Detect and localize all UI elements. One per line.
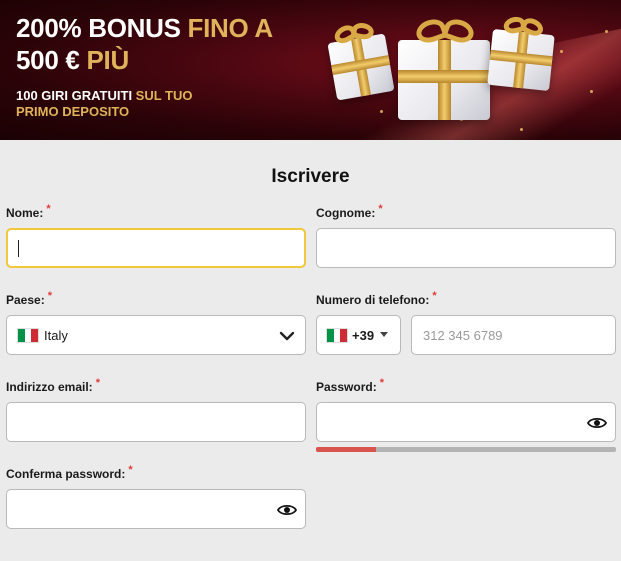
first-name-label: Nome: * bbox=[6, 203, 51, 220]
required-mark: * bbox=[47, 290, 52, 302]
sparkle bbox=[520, 128, 523, 131]
sparkle bbox=[560, 50, 563, 53]
label-text: Nome: bbox=[6, 206, 44, 220]
form-title: Iscrivere bbox=[271, 166, 350, 187]
confirm-password-label: Conferma password: * bbox=[6, 464, 133, 481]
gift-box-icon bbox=[487, 14, 555, 92]
last-name-input[interactable] bbox=[316, 228, 616, 268]
password-strength-bar bbox=[316, 447, 616, 452]
italy-flag-icon bbox=[17, 328, 39, 343]
label-text: Conferma password: bbox=[6, 467, 126, 481]
phone-placeholder: 312 345 6789 bbox=[423, 328, 503, 343]
headline-highlight: PIÙ bbox=[86, 45, 130, 75]
sparkle bbox=[605, 30, 608, 33]
email-input[interactable] bbox=[6, 402, 306, 442]
confirm-password-input[interactable] bbox=[6, 489, 306, 529]
headline-highlight: FINO A bbox=[187, 13, 274, 43]
phone-label: Numero di telefono: * bbox=[316, 290, 437, 307]
headline-text: 500 € bbox=[16, 45, 87, 75]
country-value: Italy bbox=[44, 328, 68, 343]
phone-code-select[interactable]: +39 bbox=[316, 315, 401, 355]
chevron-down-icon bbox=[279, 331, 295, 341]
label-text: Cognome: bbox=[316, 206, 376, 220]
required-mark: * bbox=[379, 377, 384, 389]
eye-icon[interactable] bbox=[277, 500, 297, 520]
password-label: Password: * bbox=[316, 377, 384, 394]
text-cursor bbox=[18, 240, 19, 257]
promo-banner: 200% BONUS FINO A 500 € PIÙ 100 GIRI GRA… bbox=[0, 0, 621, 140]
phone-number-input[interactable]: 312 345 6789 bbox=[411, 315, 616, 355]
country-label: Paese: * bbox=[6, 290, 52, 307]
label-text: Password: bbox=[316, 380, 377, 394]
required-mark: * bbox=[46, 203, 51, 215]
italy-flag-icon bbox=[326, 328, 348, 343]
country-select[interactable]: Italy bbox=[6, 315, 306, 355]
first-name-input[interactable] bbox=[6, 228, 306, 268]
password-input[interactable] bbox=[316, 402, 616, 442]
sparkle bbox=[380, 110, 383, 113]
subtitle-text: 100 GIRI GRATUITI bbox=[16, 88, 136, 103]
eye-icon[interactable] bbox=[587, 413, 607, 433]
gift-box-icon bbox=[398, 15, 490, 120]
bonus-subtitle: 100 GIRI GRATUITI SUL TUO PRIMO DEPOSITO bbox=[16, 88, 226, 120]
last-name-label: Cognome: * bbox=[316, 203, 383, 220]
label-text: Indirizzo email: bbox=[6, 380, 93, 394]
required-mark: * bbox=[378, 203, 383, 215]
label-text: Paese: bbox=[6, 293, 45, 307]
gift-box-icon bbox=[327, 21, 395, 101]
required-mark: * bbox=[128, 464, 133, 476]
password-strength-fill bbox=[316, 447, 376, 452]
bonus-headline: 200% BONUS FINO A 500 € PIÙ bbox=[16, 12, 273, 76]
required-mark: * bbox=[95, 377, 100, 389]
label-text: Numero di telefono: bbox=[316, 293, 430, 307]
required-mark: * bbox=[432, 290, 437, 302]
headline-text: 200% BONUS bbox=[16, 13, 188, 43]
caret-down-icon bbox=[380, 332, 388, 337]
phone-code-value: +39 bbox=[352, 328, 375, 343]
email-label: Indirizzo email: * bbox=[6, 377, 100, 394]
sparkle bbox=[590, 90, 593, 93]
